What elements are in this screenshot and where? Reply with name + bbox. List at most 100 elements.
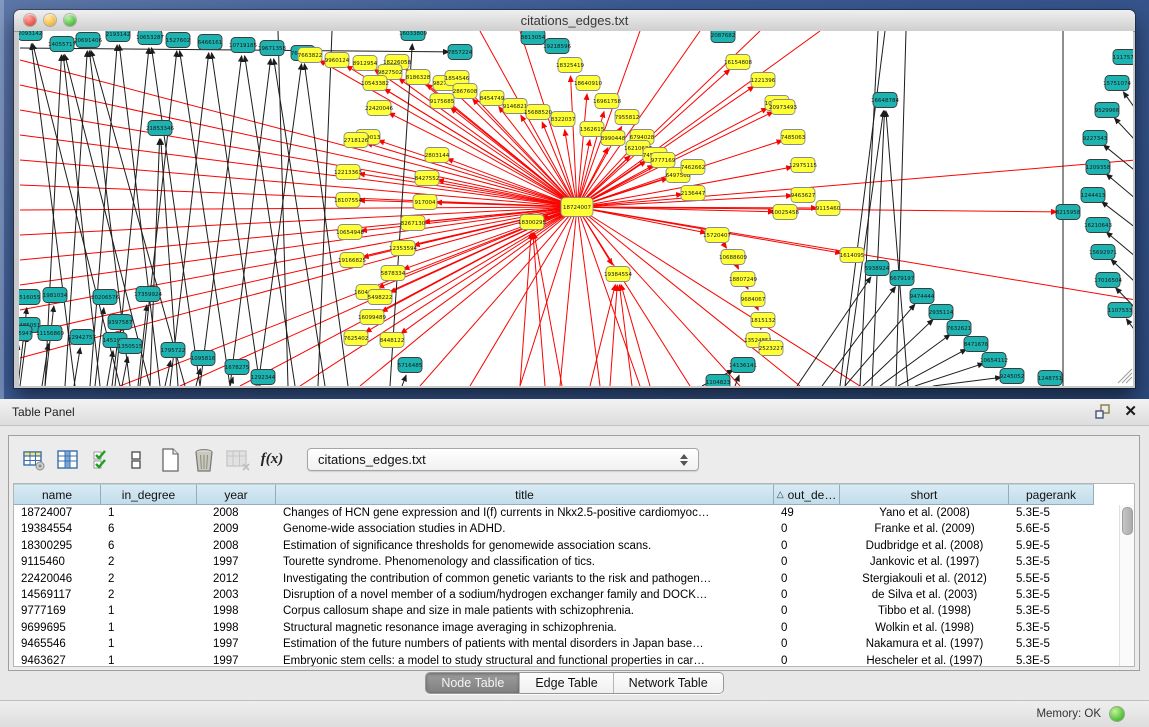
graph-node[interactable]: 20973493 (769, 100, 797, 115)
graph-node[interactable]: 9175685 (430, 94, 455, 109)
graph-node[interactable]: 5716485 (398, 358, 423, 373)
graph-node[interactable]: 2093142 (19, 31, 42, 41)
graph-node[interactable]: 11156869 (36, 326, 64, 341)
column-header-year[interactable]: year (197, 484, 276, 505)
graph-node[interactable]: 1350515 (118, 339, 143, 354)
graph-node[interactable]: 18300295 (518, 215, 546, 230)
tab-edge-table[interactable]: Edge Table (520, 673, 613, 693)
graph-node[interactable]: 10025458 (771, 205, 799, 220)
graph-node[interactable]: 15688520 (524, 105, 552, 120)
graph-node[interactable]: 9474444 (910, 289, 935, 304)
graph-node[interactable]: 917004 (413, 195, 437, 210)
tab-network-table[interactable]: Network Table (614, 673, 723, 693)
graph-node[interactable]: 20691406 (74, 33, 102, 48)
graph-node[interactable]: 16099489 (358, 310, 386, 325)
graph-node[interactable]: 20206576 (91, 290, 119, 305)
graph-node[interactable]: 15751074 (1103, 76, 1131, 91)
graph-node[interactable]: 10654948 (336, 225, 364, 240)
table-row[interactable]: 1872400712008Changes of HCN gene express… (14, 505, 1134, 521)
graph-node[interactable]: 17016504 (1094, 273, 1122, 288)
graph-node[interactable]: 18807249 (729, 272, 757, 287)
graph-node[interactable]: 9960124 (325, 53, 350, 68)
table-row[interactable]: 2242004622012Investigating the contribut… (14, 571, 1134, 587)
delete-table-icon[interactable] (191, 447, 217, 473)
graph-node[interactable]: 8267130 (401, 216, 426, 231)
graph-node[interactable]: 5498222 (368, 290, 393, 305)
graph-node[interactable]: 12975115 (789, 158, 817, 173)
graph-node[interactable]: 9529966 (1095, 103, 1120, 118)
graph-node[interactable]: 1248751 (1038, 371, 1063, 386)
graph-node[interactable]: 19671358 (258, 41, 286, 56)
close-panel-icon[interactable]: ✕ (1124, 404, 1137, 420)
graph-node[interactable]: 8427552 (415, 171, 440, 186)
table-row[interactable]: 946554611997Estimation of the future num… (14, 636, 1134, 652)
column-header-short[interactable]: short (840, 484, 1009, 505)
graph-node[interactable]: 10543382 (361, 76, 389, 91)
graph-node[interactable]: 16033809 (399, 31, 427, 41)
graph-node[interactable]: 16154808 (724, 55, 752, 70)
table-row[interactable]: 977716911998Corpus callosum shape and si… (14, 603, 1134, 619)
row-select-check-icon[interactable] (89, 447, 115, 473)
graph-node[interactable]: 2935114 (929, 305, 954, 320)
graph-node[interactable]: 19384554 (604, 267, 632, 282)
graph-node[interactable]: 7462662 (681, 160, 706, 175)
table-scrollbar-thumb[interactable] (1122, 507, 1133, 535)
table-row[interactable]: 946362711997Embryonic stem cells: a mode… (14, 653, 1134, 667)
graph-node[interactable]: 2718126 (344, 133, 369, 148)
import-table-disabled-icon[interactable] (225, 447, 251, 473)
graph-node[interactable]: 2136447 (681, 186, 706, 201)
graph-node[interactable]: 14055717 (48, 37, 76, 52)
graph-node[interactable]: 12213363 (334, 165, 362, 180)
graph-node[interactable]: 1244413 (1081, 188, 1106, 203)
table-row[interactable]: 1830029562008Estimation of significance … (14, 538, 1134, 554)
split-rows-icon[interactable] (123, 447, 149, 473)
graph-node[interactable]: 8912954 (353, 56, 378, 71)
graph-node[interactable]: 16648784 (871, 93, 899, 108)
graph-node[interactable]: 15720407 (703, 228, 731, 243)
graph-node[interactable]: 7857224 (448, 45, 473, 60)
graph-node[interactable]: 8454749 (480, 91, 505, 106)
graph-node[interactable]: 1815132 (751, 313, 776, 328)
graph-node[interactable]: 2087682 (711, 31, 736, 43)
column-header-title[interactable]: title (276, 484, 774, 505)
close-window-icon[interactable] (24, 14, 36, 26)
graph-node[interactable]: 1095816 (191, 351, 216, 366)
graph-node[interactable]: 8448122 (380, 333, 405, 348)
graph-node[interactable]: 1209358 (1086, 160, 1111, 175)
column-header-pagerank[interactable]: pagerank (1009, 484, 1094, 505)
minimize-window-icon[interactable] (44, 14, 56, 26)
table-row[interactable]: 1456911722003Disruption of a novel membe… (14, 587, 1134, 603)
graph-node[interactable]: 7632621 (947, 321, 972, 336)
graph-node[interactable]: 10653287 (136, 31, 164, 45)
network-window-titlebar[interactable]: citations_edges.txt (14, 10, 1135, 32)
graph-node[interactable]: 1527602 (166, 33, 191, 48)
graph-node[interactable]: 5938924 (865, 261, 890, 276)
graph-node[interactable]: 7955812 (615, 110, 640, 125)
graph-node[interactable]: 19166825 (338, 253, 366, 268)
graph-node[interactable]: 10719185 (229, 38, 257, 53)
graph-node[interactable]: 9777169 (651, 153, 676, 168)
graph-node[interactable]: 2516055 (19, 290, 41, 305)
graph-node[interactable]: 17359924 (134, 287, 162, 302)
graph-node[interactable]: 7663822 (298, 48, 323, 63)
graph-node[interactable]: 5878334 (381, 266, 406, 281)
graph-node[interactable]: 7485063 (781, 130, 806, 145)
graph-node[interactable]: 9245052 (1000, 369, 1025, 384)
float-window-icon[interactable] (1094, 404, 1112, 420)
network-canvas[interactable]: 2093142140557172069140621931421065328715… (19, 31, 1133, 386)
graph-node[interactable]: 18640910 (574, 76, 602, 91)
graph-node[interactable]: 9397587 (108, 315, 133, 330)
graph-node[interactable]: 19218596 (543, 39, 571, 54)
graph-node[interactable]: 2193142 (106, 31, 131, 42)
function-builder-icon[interactable]: f(x) (259, 447, 285, 473)
graph-node[interactable]: 8471676 (964, 337, 989, 352)
graph-node[interactable]: 6466161 (198, 35, 223, 50)
graph-node[interactable]: 8215958 (1056, 205, 1081, 220)
graph-node[interactable]: 1678275 (225, 360, 250, 375)
table-settings-icon[interactable] (21, 447, 47, 473)
hub-node[interactable]: 18724007 (561, 198, 593, 217)
column-header-name[interactable]: name (14, 484, 101, 505)
column-header-out_degree[interactable]: △out_de… (774, 484, 840, 505)
memory-status-icon[interactable] (1109, 706, 1125, 722)
graph-node[interactable]: 8813054 (521, 31, 546, 45)
